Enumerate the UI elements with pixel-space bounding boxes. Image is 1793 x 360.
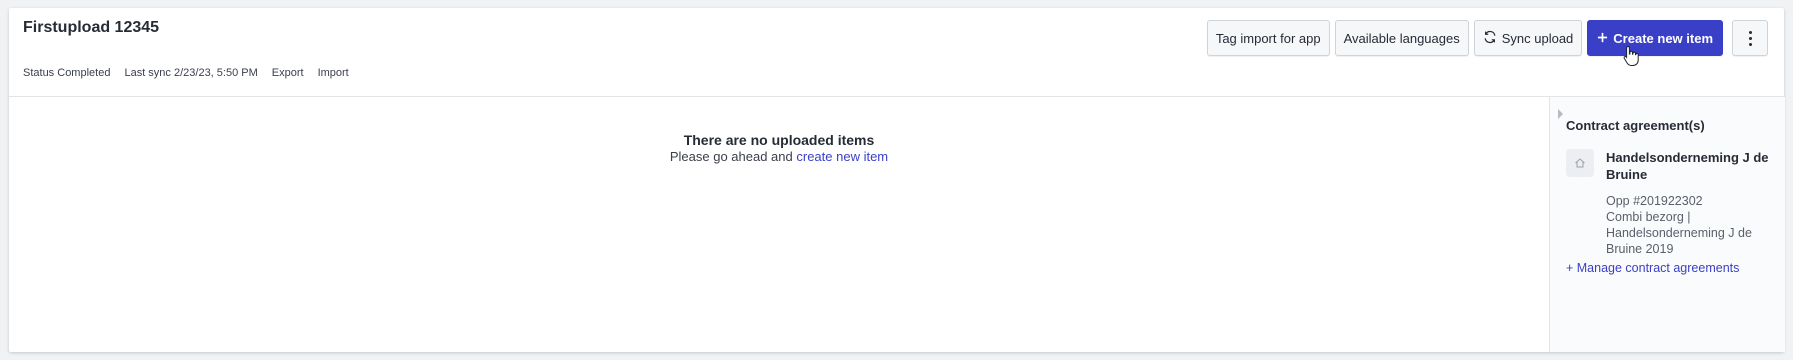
kebab-menu-icon [1748, 30, 1752, 46]
status-label: Status [23, 67, 55, 79]
sidebar-title: Contract agreement(s) [1566, 118, 1705, 133]
contract-sidebar: Contract agreement(s) Handelsonderneming… [1549, 97, 1785, 352]
meta-bar: Status Completed Last sync 2/23/23, 5:50… [23, 67, 349, 79]
tag-import-button[interactable]: Tag import for app [1206, 20, 1330, 56]
empty-state: There are no uploaded items Please go ah… [9, 97, 1549, 352]
create-new-item-link[interactable]: create new item [796, 149, 888, 164]
more-options-button[interactable] [1732, 20, 1768, 56]
page-title: Firstupload 12345 [23, 19, 160, 36]
export-link[interactable]: Export [272, 67, 304, 79]
manage-contract-agreements-link[interactable]: + Manage contract agreements [1566, 261, 1739, 275]
create-new-item-button[interactable]: Create new item [1587, 20, 1723, 56]
import-link[interactable]: Import [318, 67, 349, 79]
available-languages-button[interactable]: Available languages [1334, 20, 1469, 56]
upload-panel: Firstupload 12345 Status Completed Last … [9, 8, 1785, 352]
empty-state-prefix: Please go ahead and [669, 149, 793, 164]
status-info: Status Completed [23, 67, 110, 79]
collapse-toggle-icon[interactable] [1558, 109, 1563, 119]
agreement-detail-line: Opp #201922302 [1606, 194, 1703, 208]
agreement-name: Handelsonderneming J de Bruine [1606, 150, 1769, 182]
last-sync-value: 2/23/23, 5:50 PM [173, 67, 258, 79]
upload-header: Firstupload 12345 Status Completed Last … [9, 8, 1784, 97]
last-sync-info: Last sync 2/23/23, 5:50 PM [124, 67, 257, 79]
header-actions: Tag import for app Available languages S… [1206, 20, 1768, 56]
tag-import-label: Tag import for app [1215, 30, 1321, 46]
sync-icon [1483, 30, 1497, 47]
sync-upload-label: Sync upload [1501, 30, 1574, 46]
last-sync-label: Last sync [124, 67, 171, 79]
sync-upload-button[interactable]: Sync upload [1473, 20, 1583, 56]
agreement-detail-line: Bruine 2019 [1606, 242, 1674, 256]
create-new-item-label: Create new item [1613, 30, 1713, 46]
agreement-details: Opp #201922302 Combi bezorg | Handelsond… [1606, 193, 1766, 257]
agreement-detail-line: Combi bezorg | [1606, 210, 1691, 224]
agreement-detail-line: Handelsonderneming J de [1606, 226, 1752, 240]
hand-pointer-cursor-icon [1623, 45, 1639, 72]
home-icon [1566, 149, 1594, 177]
available-languages-label: Available languages [1343, 30, 1460, 46]
plus-icon [1597, 31, 1608, 46]
empty-state-message: Please go ahead and create new item [9, 149, 1549, 164]
empty-state-title: There are no uploaded items [683, 132, 875, 148]
status-value: Completed [57, 67, 111, 79]
